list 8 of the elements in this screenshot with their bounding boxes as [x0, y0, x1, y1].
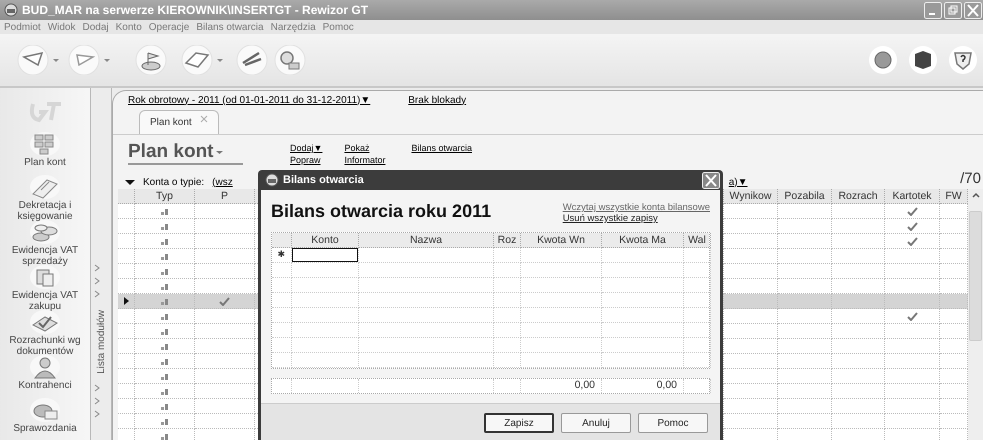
dialog-title: Bilans otwarcia	[283, 172, 364, 188]
total-value: 0,00	[574, 378, 595, 394]
filter-label: Konta o typie:	[143, 176, 204, 190]
record-counter: /70	[960, 168, 981, 189]
window-title: BUD_MAR na serwerze KIEROWNIK\INSERTGT - Rewizor GT	[22, 2, 368, 19]
total-value: 0,00	[656, 378, 677, 394]
new-row-marker: ✱	[278, 248, 286, 262]
dialog-heading: Bilans otwarcia roku 2011	[271, 200, 492, 223]
